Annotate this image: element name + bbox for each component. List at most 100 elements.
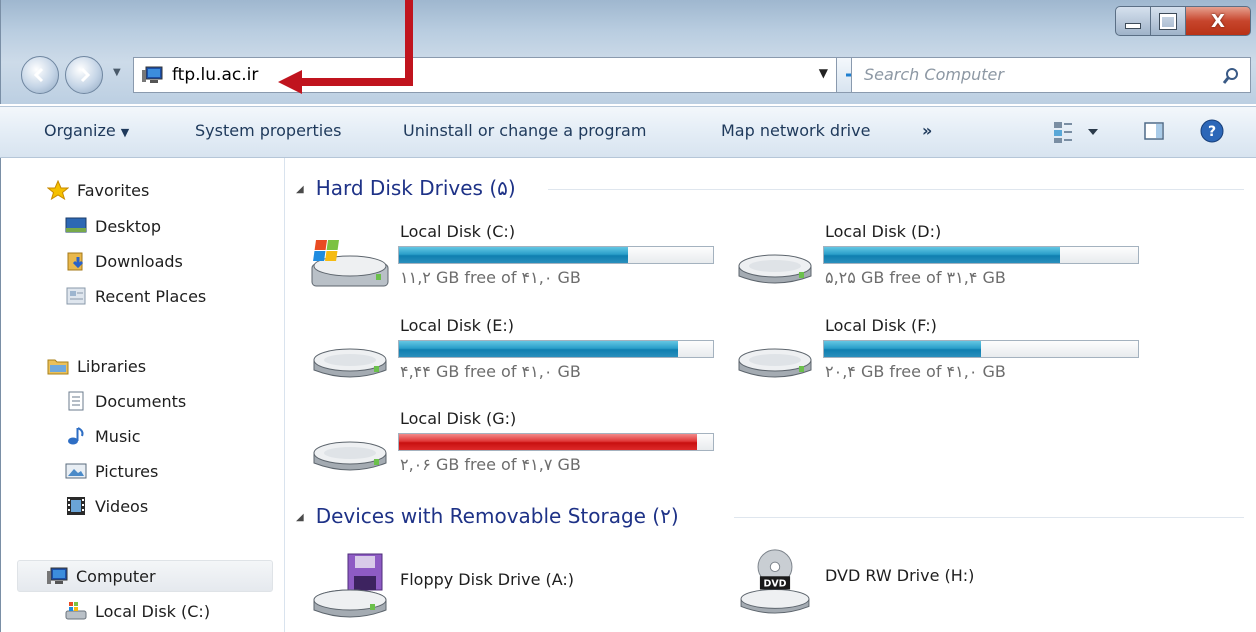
address-dropdown-icon[interactable]: ▼ [819, 66, 828, 80]
back-arrow-icon [33, 67, 44, 83]
computer-icon [142, 66, 163, 83]
device-name: DVD RW Drive (H:) [825, 566, 975, 585]
music-icon [68, 427, 84, 445]
organize-dropdown-icon: ▼ [120, 126, 130, 139]
drive-name: Local Disk (F:) [825, 316, 937, 335]
capacity-bar-fill [399, 434, 698, 450]
nav-item-label: Documents [95, 391, 187, 411]
search-icon[interactable] [1222, 67, 1240, 85]
dvd-badge: DVD [764, 579, 787, 590]
hard-drive-icon [738, 348, 812, 378]
capacity-bar-fill [824, 341, 981, 357]
group-removable-header[interactable]: ◢ Devices with Removable Storage (۲) [296, 504, 679, 528]
back-button[interactable] [21, 56, 59, 94]
nav-item-desktop[interactable]: Desktop [65, 216, 161, 236]
nav-item-videos[interactable]: Videos [65, 496, 148, 516]
minimize-icon [1125, 23, 1141, 29]
nav-favorites[interactable]: Favorites [47, 180, 149, 200]
nav-libraries-label: Libraries [77, 356, 147, 376]
collapse-triangle-icon[interactable]: ◢ [296, 512, 304, 523]
device-name: Floppy Disk Drive (A:) [400, 570, 575, 589]
drive-tile[interactable]: Local Disk (G:) ۲,۰۶ GB free of ۴۱,۷ GB [310, 409, 730, 499]
search-box[interactable]: Search Computer [851, 57, 1251, 93]
nav-item-music[interactable]: Music [65, 426, 141, 446]
capacity-bar [823, 340, 1139, 358]
nav-computer[interactable]: Computer [17, 560, 273, 592]
documents-icon [68, 391, 84, 411]
group-divider [734, 517, 1244, 518]
nav-item-local-disk-c[interactable]: Local Disk (C:) [65, 601, 210, 621]
nav-item-downloads[interactable]: Downloads [65, 251, 183, 271]
nav-libraries[interactable]: Libraries [47, 356, 146, 376]
drive-tile[interactable]: Local Disk (E:) ۴,۴۴ GB free of ۴۱,۰ GB [310, 316, 730, 406]
help-icon[interactable]: ? [1200, 119, 1224, 143]
nav-item-label: Local Disk (C:) [95, 601, 211, 621]
collapse-triangle-icon[interactable]: ◢ [296, 184, 304, 195]
annotation-arrow-head [278, 70, 302, 94]
capacity-bar-fill [399, 247, 629, 263]
address-path[interactable]: ftp.lu.ac.ir [172, 65, 258, 85]
group-hard-disks-header[interactable]: ◢ Hard Disk Drives (۵) [296, 176, 516, 200]
nav-item-label: Downloads [95, 251, 183, 271]
device-dvd-h[interactable]: DVD DVD RW Drive (H:) [735, 548, 1155, 618]
recent-pages-dropdown[interactable]: ▼ [113, 67, 125, 81]
more-commands-button[interactable]: » [922, 121, 932, 140]
capacity-bar-fill [399, 341, 679, 357]
annotation-arrow-stem [405, 0, 413, 86]
recent-places-icon [66, 287, 86, 305]
change-view-button[interactable] [1052, 119, 1102, 145]
local-disk-icon [65, 602, 87, 620]
drive-name: Local Disk (G:) [400, 409, 517, 428]
drive-tile[interactable]: Local Disk (F:) ۲۰,۴ GB free of ۴۱,۰ GB [735, 316, 1155, 406]
uninstall-program-button[interactable]: Uninstall or change a program [403, 121, 646, 140]
drive-tile[interactable]: Local Disk (C:) ۱۱,۲ GB free of ۴۱,۰ GB [310, 222, 730, 312]
libraries-icon [47, 359, 69, 375]
windows-drive-icon [311, 240, 389, 287]
nav-item-label: Pictures [95, 461, 159, 481]
pane-splitter[interactable] [284, 158, 285, 632]
nav-item-label: Music [95, 426, 141, 446]
title-bar: X ▼ ftp.lu.ac.ir ▼ Search Computer [0, 0, 1256, 104]
capacity-bar [398, 340, 714, 358]
drive-free-space: ۱۱,۲ GB free of ۴۱,۰ GB [400, 268, 581, 287]
command-bar: Organize ▼ System properties Uninstall or… [0, 106, 1256, 158]
minimize-button[interactable] [1115, 6, 1151, 36]
star-icon [47, 180, 69, 200]
drive-name: Local Disk (E:) [400, 316, 514, 335]
forward-button[interactable] [65, 56, 103, 94]
svg-text:?: ? [1208, 124, 1216, 140]
nav-item-label: Recent Places [95, 286, 207, 306]
organize-button[interactable]: Organize ▼ [44, 121, 129, 140]
drive-tile[interactable]: Local Disk (D:) ۵,۲۵ GB free of ۳۱,۴ GB [735, 222, 1155, 312]
drive-free-space: ۴,۴۴ GB free of ۴۱,۰ GB [400, 362, 581, 381]
close-button[interactable]: X [1186, 6, 1251, 36]
nav-computer-label: Computer [76, 566, 156, 586]
desktop-icon [65, 217, 87, 233]
capacity-bar-fill [824, 247, 1060, 263]
videos-icon [67, 497, 85, 515]
preview-pane-icon[interactable] [1144, 122, 1164, 140]
nav-item-recent-places[interactable]: Recent Places [65, 286, 206, 306]
explorer-window: X ▼ ftp.lu.ac.ir ▼ Search Computer Organ… [0, 0, 1256, 632]
system-properties-button[interactable]: System properties [195, 121, 341, 140]
map-network-drive-button[interactable]: Map network drive [721, 121, 870, 140]
maximize-button[interactable] [1151, 6, 1186, 36]
group-hard-disks-title: Hard Disk Drives (۵) [315, 176, 516, 200]
dvd-drive-icon: DVD [740, 549, 810, 614]
device-floppy-a[interactable]: Floppy Disk Drive (A:) [310, 552, 730, 622]
drive-free-space: ۵,۲۵ GB free of ۳۱,۴ GB [825, 268, 1006, 287]
group-divider [548, 189, 1244, 190]
maximize-icon [1159, 12, 1177, 30]
nav-item-pictures[interactable]: Pictures [65, 461, 158, 481]
hard-drive-icon [738, 254, 812, 284]
group-removable-title: Devices with Removable Storage (۲) [315, 504, 679, 528]
nav-item-label: Videos [95, 496, 149, 516]
capacity-bar [398, 433, 714, 451]
drive-name: Local Disk (C:) [400, 222, 516, 241]
computer-icon [47, 567, 68, 584]
pictures-icon [65, 463, 87, 479]
drive-free-space: ۲۰,۴ GB free of ۴۱,۰ GB [825, 362, 1006, 381]
nav-item-documents[interactable]: Documents [65, 391, 186, 411]
hard-drive-icon [313, 441, 387, 471]
address-bar[interactable]: ftp.lu.ac.ir ▼ [133, 57, 837, 93]
